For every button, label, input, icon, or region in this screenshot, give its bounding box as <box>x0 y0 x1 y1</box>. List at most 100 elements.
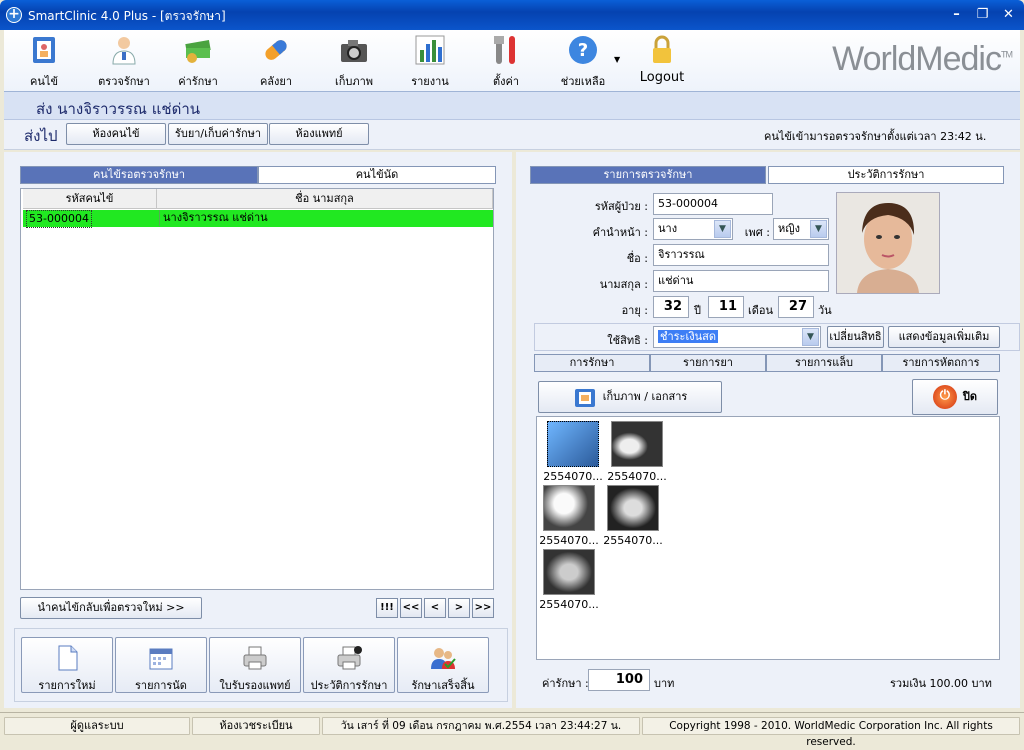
close-window-button[interactable]: ✕ <box>998 5 1019 26</box>
toolbar-patient[interactable]: คนไข้ <box>14 32 74 90</box>
toolbar-logout[interactable]: Logout <box>634 32 690 90</box>
tab-appointment-patients[interactable]: คนไข้นัด <box>258 166 496 184</box>
worldmedic-logo: WorldMedicTM <box>832 40 1013 78</box>
column-header-patient-id[interactable]: รหัสคนไข้ <box>23 189 157 209</box>
tab-treatment[interactable]: การรักษา <box>534 354 650 372</box>
sex-label: เพศ : <box>744 226 770 239</box>
money-icon <box>182 34 214 66</box>
toolbar-help[interactable]: ? ช่วยเหลือ <box>548 32 618 90</box>
doctor-icon <box>108 34 140 66</box>
age-label: อายุ : <box>621 304 648 317</box>
title-bar: + SmartClinic 4.0 Plus - [ตรวจรักษา] – ❐… <box>0 0 1024 30</box>
printer-icon <box>241 644 269 672</box>
age-days-field[interactable]: 27 <box>778 296 814 318</box>
years-unit: ปี <box>694 304 701 317</box>
days-unit: วัน <box>818 304 832 317</box>
medical-certificate-button[interactable]: ใบรับรองแพทย์ <box>209 637 301 693</box>
age-months-field[interactable]: 11 <box>708 296 744 318</box>
minimize-button[interactable]: – <box>946 5 967 26</box>
tab-medication[interactable]: รายการยา <box>650 354 766 372</box>
restore-button[interactable]: ❐ <box>972 5 993 26</box>
xray-image <box>607 485 659 531</box>
app-icon: + <box>6 7 22 23</box>
chevron-down-icon: ▼ <box>714 220 731 238</box>
pager-next-button[interactable]: > <box>448 598 470 618</box>
prefix-label: คำนำหน้า : <box>592 226 648 239</box>
prefix-select[interactable]: นาง ▼ <box>653 218 733 240</box>
fee-field[interactable]: 100 <box>588 669 650 691</box>
appointments-button[interactable]: รายการนัด <box>115 637 207 693</box>
right-pane: รายการตรวจรักษา ประวัติการรักษา รหัสผู้ป… <box>516 152 1020 708</box>
xray-image <box>543 485 595 531</box>
users-check-icon <box>429 644 457 672</box>
status-bar: ผู้ดูแลระบบ ห้องเวชระเบียน วัน เสาร์ ที่… <box>0 712 1024 748</box>
patient-id-cell: 53-000004 <box>26 210 92 228</box>
toolbar-settings[interactable]: ตั้งค่า <box>478 32 534 90</box>
tab-waiting-patients[interactable]: คนไข้รอตรวจรักษา <box>20 166 258 184</box>
finish-treatment-button[interactable]: รักษาเสร็จสิ้น <box>397 637 489 693</box>
hn-field[interactable]: 53-000004 <box>653 193 773 215</box>
tab-procedures[interactable]: รายการหัตถการ <box>882 354 1000 372</box>
patient-header: ส่ง นางจิราวรรณ แช่ด่าน <box>4 92 1020 120</box>
camera-icon <box>338 34 370 66</box>
image-folder-icon <box>573 386 599 408</box>
chevron-down-icon: ▼ <box>802 328 819 346</box>
new-document-icon <box>53 644 81 672</box>
pager-refresh-button[interactable]: !!! <box>376 598 398 618</box>
window-title: SmartClinic 4.0 Plus - [ตรวจรักษา] <box>28 9 226 23</box>
toolbar-fee[interactable]: ค่ารักษา <box>170 32 226 90</box>
table-row[interactable]: 53-000004 นางจิราวรรณ แช่ด่าน <box>23 210 493 228</box>
image-thumbnail[interactable]: 2554070... <box>537 549 601 611</box>
toolbar-images[interactable]: เก็บภาพ <box>326 32 382 90</box>
fee-unit: บาท <box>654 677 675 690</box>
tab-treatment-history[interactable]: ประวัติการรักษา <box>768 166 1004 184</box>
send-to-bar: ส่งไป ห้องคนไข้ รับยา/เก็บค่ารักษา ห้องแ… <box>4 120 1020 150</box>
patient-header-title: ส่ง นางจิราวรรณ แช่ด่าน <box>36 100 201 118</box>
treatment-history-print-button[interactable]: ประวัติการรักษา <box>303 637 395 693</box>
months-unit: เดือน <box>748 304 774 317</box>
last-name-field[interactable]: แช่ด่าน <box>653 270 829 292</box>
total-amount: รวมเงิน 100.00 บาท <box>890 677 992 690</box>
age-years-field[interactable]: 32 <box>653 296 689 318</box>
image-thumbnail[interactable]: 2554070... <box>537 485 601 547</box>
waiting-patients-table: รหัสคนไข้ ชื่อ นามสกุล 53-000004 นางจิรา… <box>20 188 494 590</box>
xray-image <box>611 421 663 467</box>
show-more-info-button[interactable]: แสดงข้อมูลเพิ่มเติม <box>888 326 1000 348</box>
send-pharmacy-button[interactable]: รับยา/เก็บค่ารักษา <box>168 123 268 145</box>
toolbar-pharmacy[interactable]: คลังยา <box>248 32 304 90</box>
image-thumbnail[interactable]: 2554070... <box>601 485 665 547</box>
send-doctor-room-button[interactable]: ห้องแพทย์ <box>269 123 369 145</box>
send-patient-room-button[interactable]: ห้องคนไข้ <box>66 123 166 145</box>
return-patient-button[interactable]: นำคนไข้กลับเพื่อตรวจใหม่ >> <box>20 597 202 619</box>
hn-label: รหัสผู้ป่วย : <box>594 200 648 213</box>
tab-lab[interactable]: รายการแล็บ <box>766 354 882 372</box>
pager-last-button[interactable]: >> <box>472 598 494 618</box>
column-header-name[interactable]: ชื่อ นามสกุล <box>157 189 493 209</box>
patient-folder-icon <box>28 34 60 66</box>
store-images-button[interactable]: เก็บภาพ / เอกสาร <box>538 381 722 413</box>
toolbar-examine[interactable]: ตรวจรักษา <box>92 32 156 90</box>
image-thumbnail[interactable]: 2554070... <box>541 421 605 483</box>
xray-image <box>547 421 599 467</box>
xray-image <box>543 549 595 595</box>
image-gallery: 2554070... 2554070... 2554070... 2554070… <box>536 416 1000 660</box>
tools-icon <box>490 34 522 66</box>
patient-name-cell: นางจิราวรรณ แช่ด่าน <box>159 210 268 226</box>
right-select[interactable]: ชำระเงินสด ▼ <box>653 326 821 348</box>
image-thumbnail[interactable]: 2554070... <box>605 421 669 483</box>
waiting-since-text: คนไข้เข้ามารอตรวจรักษาตั้งแต่เวลา 23:42 … <box>764 130 987 143</box>
pager-first-button[interactable]: << <box>400 598 422 618</box>
send-to-label: ส่งไป <box>24 127 58 145</box>
main-toolbar: คนไข้ ตรวจรักษา ค่ารักษา คลังยา เก็บภาพ … <box>4 30 1020 92</box>
sex-select[interactable]: หญิง ▼ <box>773 218 829 240</box>
tab-examination[interactable]: รายการตรวจรักษา <box>530 166 766 184</box>
new-item-button[interactable]: รายการใหม่ <box>21 637 113 693</box>
help-dropdown-icon[interactable]: ▼ <box>614 55 620 64</box>
change-right-button[interactable]: เปลี่ยนสิทธิ <box>827 326 884 348</box>
toolbar-reports[interactable]: รายงาน <box>402 32 458 90</box>
fee-label: ค่ารักษา : <box>542 677 589 690</box>
lock-icon <box>646 34 678 66</box>
pager-prev-button[interactable]: < <box>424 598 446 618</box>
close-images-button[interactable]: ⏻ ปิด <box>912 379 998 415</box>
first-name-field[interactable]: จิราวรรณ <box>653 244 829 266</box>
